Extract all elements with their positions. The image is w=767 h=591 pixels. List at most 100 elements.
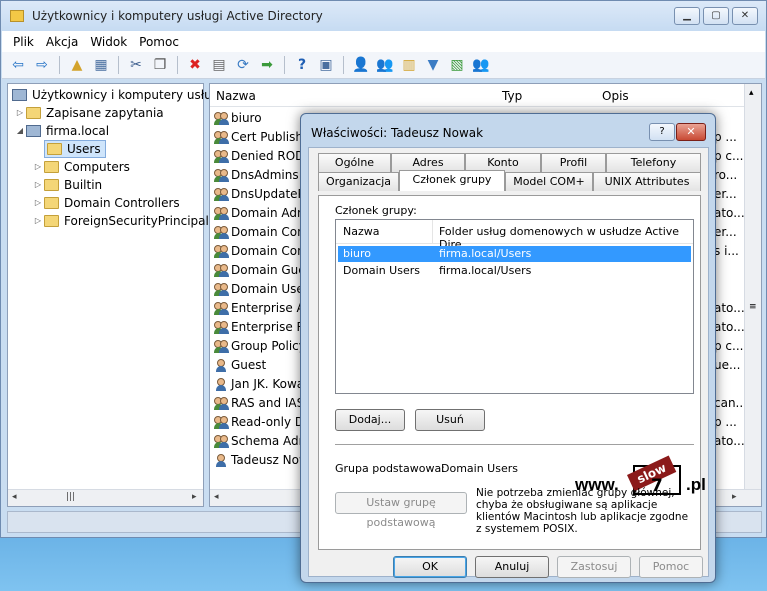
- list-item[interactable]: Domain Users firma.local/Users: [338, 263, 691, 279]
- find-icon[interactable]: 👥: [471, 55, 491, 75]
- tree-horizontal-scrollbar[interactable]: ◂ ||| ▸: [8, 489, 203, 506]
- scroll-thumb-grip[interactable]: |||: [66, 492, 75, 502]
- table-row[interactable]: Group Policy: [214, 337, 306, 356]
- column-name[interactable]: Nazwa: [216, 89, 256, 103]
- table-row[interactable]: Enterprise Re: [214, 318, 312, 337]
- list-item[interactable]: biuro firma.local/Users: [338, 246, 691, 262]
- copy-icon[interactable]: ❐: [150, 55, 170, 75]
- member-folder: firma.local/Users: [439, 247, 532, 260]
- table-row[interactable]: biuro: [214, 109, 262, 128]
- group-icon: [214, 207, 229, 220]
- scroll-thumb-grip[interactable]: ≡: [749, 302, 757, 312]
- expand-icon[interactable]: ▷: [32, 212, 44, 230]
- new-ou-icon[interactable]: ▥: [399, 55, 419, 75]
- expand-icon[interactable]: ▷: [32, 176, 44, 194]
- scroll-right-icon[interactable]: ▸: [732, 492, 737, 502]
- menu-file[interactable]: Plik: [7, 35, 40, 49]
- table-row[interactable]: Domain User: [214, 280, 309, 299]
- tree-item-domain-controllers[interactable]: ▷ Domain Controllers: [32, 194, 180, 212]
- tree-item-saved[interactable]: ▷ Zapisane zapytania: [14, 104, 164, 122]
- delete-icon[interactable]: ✖: [185, 55, 205, 75]
- ok-button[interactable]: OK: [393, 556, 467, 578]
- tab-general[interactable]: Ogólne: [318, 153, 391, 172]
- menu-help[interactable]: Pomoc: [133, 35, 185, 49]
- table-row[interactable]: Enterprise Ac: [214, 299, 311, 318]
- dialog-title: Właściwości: Tadeusz Nowak: [311, 126, 484, 140]
- remove-button[interactable]: Usuń: [415, 409, 485, 431]
- table-row[interactable]: Read-only D: [214, 413, 304, 432]
- cancel-button[interactable]: Anuluj: [475, 556, 549, 578]
- export-icon[interactable]: ➡: [257, 55, 277, 75]
- tree-item-foreign[interactable]: ▷ ForeignSecurityPrincipals: [32, 212, 215, 230]
- table-row[interactable]: Guest: [214, 356, 266, 375]
- back-icon[interactable]: ⇦: [8, 55, 28, 75]
- expand-icon[interactable]: ▷: [32, 158, 44, 176]
- row-name: Group Policy: [231, 339, 306, 353]
- minimize-button[interactable]: ▁: [674, 7, 700, 25]
- table-row[interactable]: Jan JK. Kowa: [214, 375, 304, 394]
- tab-profile[interactable]: Profil: [541, 153, 606, 172]
- collapse-icon[interactable]: ◢: [14, 122, 26, 140]
- tree-item-domain[interactable]: ◢ firma.local: [14, 122, 109, 140]
- row-name: biuro: [231, 111, 262, 125]
- set-primary-group-button[interactable]: Ustaw grupę podstawową: [335, 492, 467, 529]
- menu-action[interactable]: Akcja: [40, 35, 84, 49]
- expand-icon[interactable]: ▷: [32, 194, 44, 212]
- close-window-button[interactable]: ✕: [732, 7, 758, 25]
- row-desc: can...: [714, 396, 747, 410]
- table-row[interactable]: Domain Gue: [214, 261, 306, 280]
- dialog-help-button[interactable]: ?: [649, 123, 675, 141]
- tab-unix-attributes[interactable]: UNIX Attributes: [593, 172, 701, 191]
- column-desc[interactable]: Opis: [602, 89, 629, 103]
- table-row[interactable]: Domain Con: [214, 242, 305, 261]
- filter-icon[interactable]: ▼: [423, 55, 443, 75]
- new-group-icon[interactable]: 👥: [375, 55, 395, 75]
- add-button[interactable]: Dodaj...: [335, 409, 405, 431]
- tree-item-label: Computers: [64, 160, 130, 174]
- tree-item-users[interactable]: Users: [44, 140, 106, 158]
- member-list[interactable]: Nazwa Folder usług domenowych w usłudze …: [335, 219, 694, 394]
- help-icon[interactable]: ?: [292, 55, 312, 75]
- tab-organization[interactable]: Organizacja: [318, 172, 399, 191]
- up-folder-icon[interactable]: ▲: [67, 55, 87, 75]
- table-row[interactable]: Cert Publishe: [214, 128, 310, 147]
- properties-icon[interactable]: ▤: [209, 55, 229, 75]
- group-icon: [214, 435, 229, 448]
- scroll-right-icon[interactable]: ▸: [192, 492, 197, 502]
- refresh-icon[interactable]: ⟳: [233, 55, 253, 75]
- tree-root[interactable]: Użytkownicy i komputery usługi: [12, 86, 223, 104]
- table-row[interactable]: Domain Con: [214, 223, 305, 242]
- console-icon[interactable]: ▣: [316, 55, 336, 75]
- table-row[interactable]: RAS and IAS: [214, 394, 304, 413]
- tree-item-builtin[interactable]: ▷ Builtin: [32, 176, 102, 194]
- table-row[interactable]: DnsUpdatePr: [214, 185, 310, 204]
- add-to-group-icon[interactable]: ▧: [447, 55, 467, 75]
- new-user-icon[interactable]: 👤: [351, 55, 371, 75]
- apply-button[interactable]: Zastosuj: [557, 556, 631, 578]
- menu-view[interactable]: Widok: [84, 35, 133, 49]
- column-type[interactable]: Typ: [502, 89, 522, 103]
- dialog-close-button[interactable]: ✕: [676, 123, 706, 141]
- tab-com-plus[interactable]: Model COM+: [505, 172, 593, 191]
- help-button[interactable]: Pomoc: [639, 556, 703, 578]
- tree-item-computers[interactable]: ▷ Computers: [32, 158, 130, 176]
- tab-telephones[interactable]: Telefony: [606, 153, 701, 172]
- cut-icon[interactable]: ✂: [126, 55, 146, 75]
- table-row[interactable]: DnsAdmins: [214, 166, 299, 185]
- forward-icon[interactable]: ⇨: [32, 55, 52, 75]
- table-row[interactable]: Domain Adm: [214, 204, 309, 223]
- table-row[interactable]: Schema Adm: [214, 432, 310, 451]
- table-row[interactable]: Denied RODC: [214, 147, 313, 166]
- show-tree-icon[interactable]: ▦: [91, 55, 111, 75]
- expand-icon[interactable]: ▷: [14, 104, 26, 122]
- row-name: Domain Con: [231, 225, 305, 239]
- list-vertical-scrollbar[interactable]: ▴ ≡: [744, 84, 761, 489]
- scroll-left-icon[interactable]: ◂: [214, 492, 219, 502]
- tab-member-of[interactable]: Członek grupy: [399, 170, 505, 191]
- column-name[interactable]: Nazwa: [343, 225, 379, 238]
- group-icon: [214, 112, 229, 125]
- maximize-button[interactable]: ▢: [703, 7, 729, 25]
- scroll-left-icon[interactable]: ◂: [12, 492, 17, 502]
- scroll-up-icon[interactable]: ▴: [749, 88, 754, 98]
- table-row[interactable]: Tadeusz Now: [214, 451, 309, 470]
